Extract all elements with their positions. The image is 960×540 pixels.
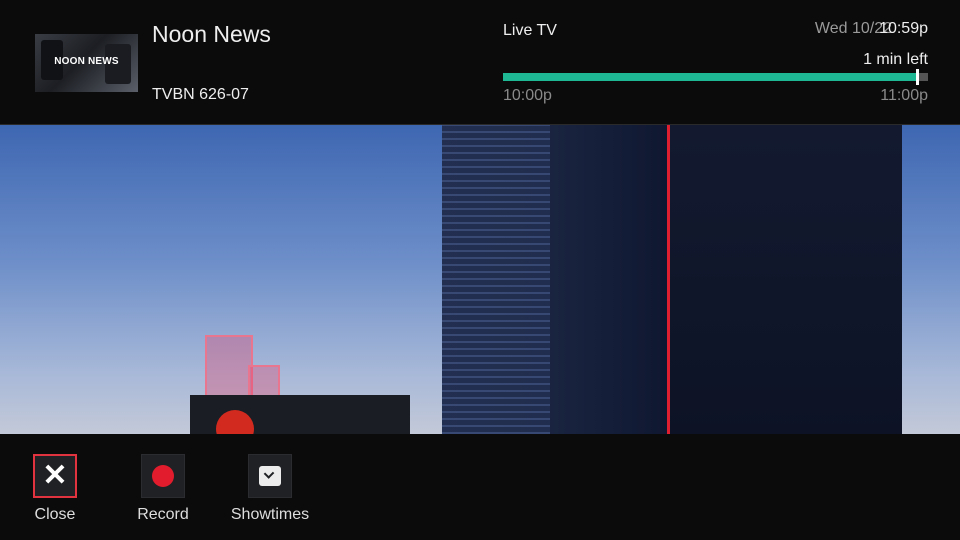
progress-fill xyxy=(503,73,917,81)
thumbnail-logo-text: NOON NEWS xyxy=(54,56,119,67)
sign-structure xyxy=(248,365,280,399)
source-label: Live TV xyxy=(503,22,557,39)
showtimes-button[interactable]: Showtimes xyxy=(225,454,315,524)
start-time: 10:00p xyxy=(503,87,552,104)
record-button-box[interactable] xyxy=(141,454,185,498)
building-facade xyxy=(670,125,902,434)
close-button-box[interactable]: ✕ xyxy=(33,454,77,498)
clock-icon xyxy=(259,466,281,486)
program-info-bar: NOON NEWS Noon News TVBN 626-07 Live TV … xyxy=(0,0,960,125)
end-time: 11:00p xyxy=(880,87,928,104)
current-time: 10:59p xyxy=(879,20,928,37)
sign-structure xyxy=(205,335,253,399)
building-light-strip xyxy=(667,125,670,434)
record-label: Record xyxy=(137,506,189,523)
video-frame xyxy=(0,125,960,434)
channel-label: TVBN 626-07 xyxy=(152,86,249,103)
building-graphic xyxy=(442,125,902,434)
showtimes-label: Showtimes xyxy=(230,506,310,523)
program-title: Noon News xyxy=(152,21,271,47)
time-remaining: 1 min left xyxy=(863,51,928,68)
program-progress-bar xyxy=(503,69,928,85)
record-icon xyxy=(152,465,174,487)
close-label: Close xyxy=(34,506,76,523)
close-button[interactable]: ✕ Close xyxy=(10,454,100,524)
showtimes-button-box[interactable] xyxy=(248,454,292,498)
program-thumbnail: NOON NEWS xyxy=(35,34,138,92)
action-bar: ✕ Close Record Showtimes xyxy=(0,434,960,540)
progress-marker xyxy=(915,69,919,85)
record-button[interactable]: Record xyxy=(118,454,208,524)
building-facade xyxy=(442,125,550,434)
close-icon: ✕ xyxy=(42,459,68,492)
